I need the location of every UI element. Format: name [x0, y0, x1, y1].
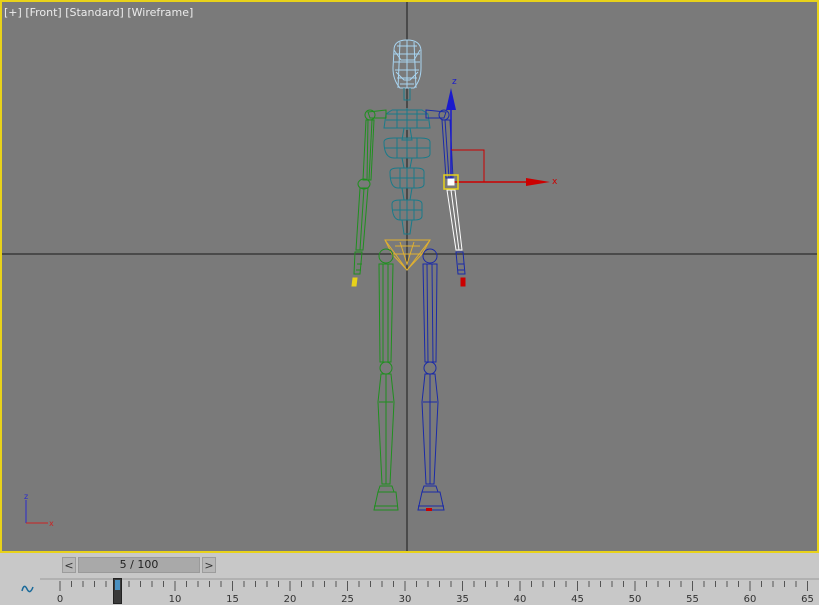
max-app: z x z x [+] [Front] [Standard] [Wirefram… — [0, 0, 819, 605]
viewport-scene[interactable]: z x z x — [2, 2, 817, 551]
viewport-menu-plus[interactable]: [+] — [4, 6, 22, 19]
biped-head[interactable] — [392, 39, 422, 89]
track-bar-tick-labels: 05101520253035404550556065 — [57, 594, 814, 605]
biped-left-leg[interactable] — [373, 248, 399, 511]
track-bar-tick-label: 65 — [801, 594, 814, 605]
viewport-menu-point-of-view[interactable]: [Front] — [25, 6, 61, 19]
next-frame-button[interactable]: > — [202, 557, 216, 573]
left-hand-tip — [351, 277, 358, 287]
gizmo-z-label: z — [452, 77, 457, 87]
viewport-label-menu: [+] [Front] [Standard] [Wireframe] — [4, 6, 193, 19]
gizmo-x-label: x — [552, 177, 558, 187]
previous-frame-button[interactable]: < — [62, 557, 76, 573]
track-bar-tick-label: 15 — [226, 594, 239, 605]
function-curve-icon[interactable] — [20, 581, 36, 597]
axis-tripod: z x — [24, 492, 54, 528]
biped-left-arm[interactable] — [353, 109, 387, 275]
track-bar-tick-label: 55 — [686, 594, 699, 605]
tripod-z-label: z — [24, 492, 28, 501]
track-bar-tick-label: 60 — [744, 594, 757, 605]
tripod-x-label: x — [49, 519, 54, 528]
gizmo-z-arrow[interactable] — [446, 88, 456, 110]
right-hand-tip — [460, 277, 466, 287]
time-slider-area: < 5 / 100 > 05101520253035404550556065 — [0, 553, 819, 605]
track-bar-tick-label: 45 — [571, 594, 584, 605]
track-bar[interactable]: 05101520253035404550556065 — [0, 577, 819, 605]
track-bar-tick-label: 35 — [456, 594, 469, 605]
viewport-menu-shading[interactable]: [Wireframe] — [127, 6, 193, 19]
biped-spine[interactable] — [383, 108, 431, 235]
gizmo-center-square — [447, 178, 455, 186]
right-foot-marker — [426, 508, 432, 511]
track-bar-tick-label: 40 — [514, 594, 527, 605]
track-bar-tick-label: 30 — [399, 594, 412, 605]
gizmo-xz-plane[interactable] — [451, 149, 485, 182]
track-bar-tick-label: 10 — [169, 594, 182, 605]
viewport-menu-standard[interactable]: [Standard] — [65, 6, 124, 19]
time-slider-handle[interactable] — [113, 578, 122, 604]
track-bar-tick-label: 20 — [284, 594, 297, 605]
track-bar-tick-label: 0 — [57, 594, 63, 605]
gizmo-x-arrow[interactable] — [526, 178, 550, 186]
biped-right-forearm-selected[interactable] — [446, 189, 463, 251]
frame-counter-slider[interactable]: 5 / 100 — [78, 557, 200, 573]
biped-right-hand[interactable] — [455, 251, 466, 275]
front-viewport[interactable]: z x z x [+] [Front] [Standard] [Wirefram… — [0, 0, 819, 553]
track-bar-tick-label: 25 — [341, 594, 354, 605]
track-bar-tick-label: 50 — [629, 594, 642, 605]
track-bar-ticks — [40, 578, 819, 591]
move-gizmo[interactable]: z x — [443, 77, 558, 190]
biped-right-leg[interactable] — [417, 248, 445, 511]
